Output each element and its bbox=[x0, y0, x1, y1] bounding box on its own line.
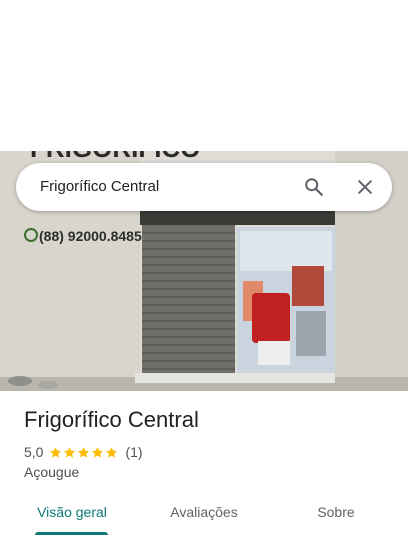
review-count[interactable]: (1) bbox=[125, 444, 142, 460]
star-icon bbox=[78, 446, 90, 458]
star-icon bbox=[64, 446, 76, 458]
star-rating bbox=[49, 446, 119, 459]
close-button[interactable] bbox=[349, 171, 381, 203]
close-icon bbox=[358, 180, 372, 194]
sign-text: FRIGORÍFICO bbox=[30, 151, 200, 163]
search-input[interactable]: Frigorífico Central bbox=[40, 163, 159, 211]
rating-row[interactable]: 5,0 (1) bbox=[24, 443, 143, 461]
star-icon bbox=[92, 446, 104, 458]
tab-about[interactable]: Sobre bbox=[286, 490, 386, 542]
place-title: Frigorífico Central bbox=[24, 407, 199, 432]
phone-number-text: (88) 92000.8485 bbox=[39, 228, 142, 244]
rating-value: 5,0 bbox=[24, 444, 44, 460]
search-bar[interactable]: Frigorífico Central bbox=[16, 163, 392, 211]
tab-reviews[interactable]: Avaliações bbox=[154, 490, 254, 542]
place-category[interactable]: Açougue bbox=[24, 464, 79, 480]
active-tab-indicator bbox=[35, 532, 108, 535]
star-icon bbox=[50, 446, 62, 458]
search-icon bbox=[305, 178, 323, 196]
star-icon bbox=[106, 446, 118, 458]
search-button[interactable] bbox=[298, 171, 330, 203]
